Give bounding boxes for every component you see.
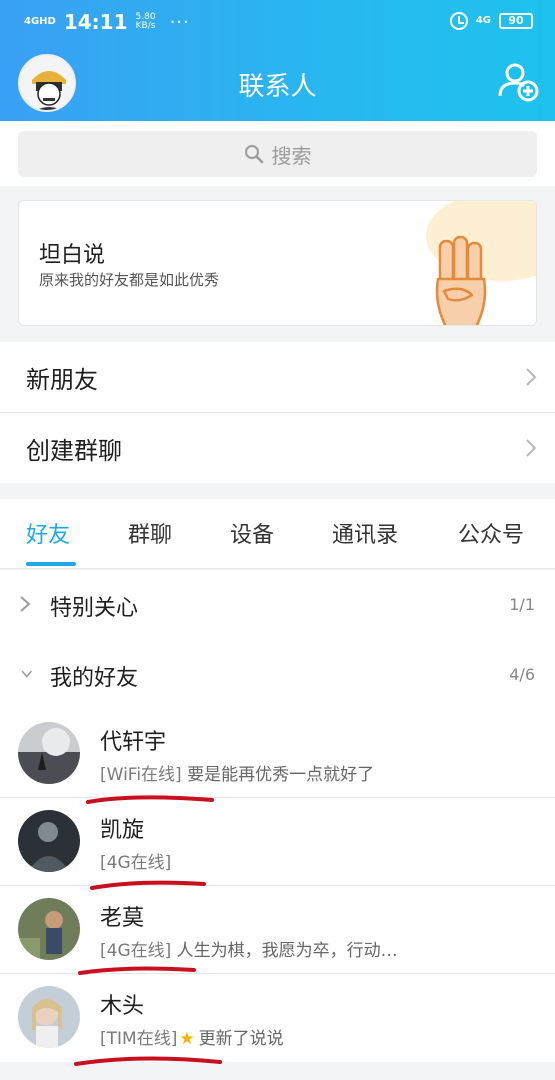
friend-status: [4G在线] 人生为棋，我愿为卒，行动… bbox=[100, 936, 398, 961]
tanbai-title: 坦白说 bbox=[39, 243, 106, 268]
speed-unit: KB/s bbox=[135, 21, 156, 31]
friend-name: 代轩宇 bbox=[100, 730, 167, 755]
avatar bbox=[18, 722, 80, 784]
group-name: 我的好友 bbox=[50, 666, 139, 691]
network-indicator: 4GHD bbox=[24, 16, 56, 27]
friend-message: 人生为棋，我愿为卒，行动… bbox=[176, 941, 398, 961]
annotation-underline bbox=[90, 880, 206, 890]
list-item[interactable]: 凯旋 [4G在线] bbox=[0, 798, 555, 886]
chevron-right-icon bbox=[526, 439, 537, 457]
new-friends-item[interactable]: 新朋友 bbox=[0, 342, 555, 412]
friend-status: [WiFi在线] 要是能再优秀一点就好了 bbox=[100, 760, 374, 785]
friend-name: 凯旋 bbox=[100, 818, 145, 843]
search-placeholder: 搜索 bbox=[271, 143, 312, 168]
search-icon bbox=[244, 145, 263, 164]
online-state: [4G在线] bbox=[100, 853, 172, 873]
friend-message: 要是能再优秀一点就好了 bbox=[187, 765, 375, 785]
search-input[interactable]: 搜索 bbox=[18, 131, 537, 177]
create-group-item[interactable]: 创建群聊 bbox=[0, 413, 555, 483]
annotation-underline bbox=[74, 1056, 222, 1066]
friend-message: 更新了说说 bbox=[198, 1029, 284, 1049]
chevron-down-icon bbox=[21, 670, 33, 678]
avatar bbox=[18, 986, 80, 1048]
battery-icon: 90 bbox=[499, 13, 533, 29]
star-icon: ★ bbox=[179, 1029, 195, 1049]
avatar bbox=[18, 810, 80, 872]
tab-groups[interactable]: 群聊 bbox=[128, 517, 172, 549]
contact-tabs: 好友 群聊 设备 通讯录 公众号 bbox=[0, 499, 555, 569]
annotation-underline bbox=[86, 795, 214, 804]
more-notifications-icon: ··· bbox=[169, 11, 190, 33]
network-speed: 5.80 KB/s bbox=[136, 13, 156, 31]
app-header: 4GHD 14:11 5.80 KB/s ··· 4G 90 联系人 bbox=[0, 0, 555, 121]
group-special-care[interactable]: 特别关心 1/1 bbox=[0, 570, 555, 640]
tanbai-card[interactable]: 坦白说 原来我的好友都是如此优秀 bbox=[18, 200, 537, 326]
hand-gesture-icon bbox=[432, 233, 494, 325]
status-bar: 4GHD 14:11 5.80 KB/s ··· 4G 90 bbox=[0, 0, 555, 44]
search-area: 搜索 bbox=[0, 121, 555, 186]
annotation-underline bbox=[78, 966, 196, 975]
group-count: 4/6 bbox=[509, 665, 535, 684]
group-my-friends[interactable]: 我的好友 4/6 bbox=[0, 640, 555, 710]
active-tab-indicator bbox=[26, 562, 76, 566]
chevron-right-icon bbox=[20, 596, 31, 612]
clock: 14:11 bbox=[63, 10, 128, 34]
signal-indicator: 4G bbox=[475, 15, 491, 26]
chevron-right-icon bbox=[526, 368, 537, 386]
page-title: 联系人 bbox=[238, 72, 317, 102]
group-count: 1/1 bbox=[509, 595, 535, 614]
tab-devices[interactable]: 设备 bbox=[230, 517, 274, 549]
online-state: [WiFi在线] bbox=[100, 765, 182, 785]
group-name: 特别关心 bbox=[50, 596, 139, 621]
tab-public-accounts[interactable]: 公众号 bbox=[458, 517, 524, 549]
add-friend-icon[interactable] bbox=[497, 60, 539, 102]
friend-status: [TIM在线] ★ 更新了说说 bbox=[100, 1024, 284, 1049]
tanbai-subtitle: 原来我的好友都是如此优秀 bbox=[39, 271, 220, 289]
alarm-icon bbox=[449, 12, 468, 30]
create-group-label: 创建群聊 bbox=[26, 436, 122, 465]
friend-status: [4G在线] bbox=[100, 848, 171, 873]
online-state: [TIM在线] bbox=[100, 1029, 178, 1049]
list-item[interactable]: 代轩宇 [WiFi在线] 要是能再优秀一点就好了 bbox=[0, 710, 555, 798]
friend-groups: 特别关心 1/1 我的好友 4/6 bbox=[0, 570, 555, 710]
friend-name: 木头 bbox=[100, 994, 145, 1019]
online-state: [4G在线] bbox=[100, 941, 172, 961]
avatar bbox=[18, 898, 80, 960]
new-friends-label: 新朋友 bbox=[26, 365, 98, 394]
tab-friends[interactable]: 好友 bbox=[26, 517, 70, 549]
tab-address-book[interactable]: 通讯录 bbox=[332, 517, 398, 549]
friend-name: 老莫 bbox=[100, 906, 145, 931]
list-item[interactable]: 木头 [TIM在线] ★ 更新了说说 bbox=[0, 974, 555, 1062]
